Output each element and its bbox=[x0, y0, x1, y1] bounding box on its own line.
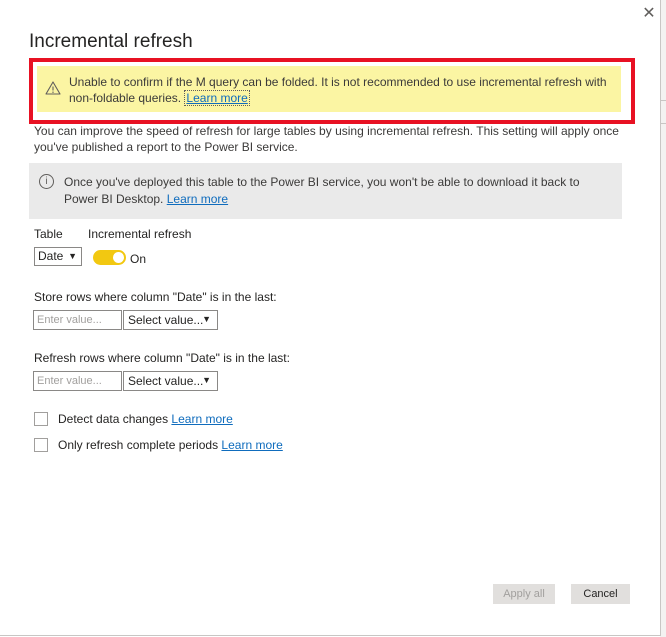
apply-all-button[interactable]: Apply all bbox=[493, 584, 555, 604]
store-period-select-value: Select value... bbox=[128, 313, 204, 327]
detect-changes-label: Detect data changes Learn more bbox=[58, 412, 233, 426]
dialog-title: Incremental refresh bbox=[29, 31, 193, 52]
table-select-value: Date bbox=[38, 249, 64, 263]
store-rows-label: Store rows where column "Date" is in the… bbox=[34, 290, 277, 304]
description-text: You can improve the speed of refresh for… bbox=[34, 124, 619, 154]
detect-changes-checkbox[interactable] bbox=[34, 412, 48, 426]
refresh-rows-label: Refresh rows where column "Date" is in t… bbox=[34, 351, 290, 365]
incremental-refresh-toggle[interactable] bbox=[93, 250, 126, 265]
refresh-period-select-value: Select value... bbox=[128, 374, 204, 388]
info-learn-more-link[interactable]: Learn more bbox=[167, 192, 228, 206]
complete-periods-checkbox[interactable] bbox=[34, 438, 48, 452]
toggle-state-label: On bbox=[130, 252, 147, 266]
complete-periods-text: Only refresh complete periods bbox=[58, 438, 219, 452]
caret-down-icon: ▼ bbox=[68, 251, 77, 261]
caret-down-icon: ▼ bbox=[202, 314, 211, 324]
table-label: Table bbox=[34, 227, 63, 241]
store-value-input[interactable]: Enter value... bbox=[33, 310, 122, 330]
table-select[interactable]: Date ▼ bbox=[34, 247, 82, 266]
cancel-button[interactable]: Cancel bbox=[571, 584, 630, 604]
info-message: Once you've deployed this table to the P… bbox=[64, 174, 614, 208]
refresh-value-input[interactable]: Enter value... bbox=[33, 371, 122, 391]
store-period-select[interactable]: Select value... ▼ bbox=[123, 310, 218, 330]
warning-learn-more-link[interactable]: Learn more bbox=[184, 90, 250, 106]
toggle-knob bbox=[113, 252, 124, 263]
warning-message: Unable to confirm if the M query can be … bbox=[69, 74, 617, 106]
info-icon: i bbox=[39, 174, 54, 189]
warning-icon bbox=[45, 81, 61, 95]
info-banner: i Once you've deployed this table to the… bbox=[29, 163, 622, 219]
warning-highlight-box: Unable to confirm if the M query can be … bbox=[29, 58, 635, 124]
caret-down-icon: ▼ bbox=[202, 375, 211, 385]
complete-learn-more-link[interactable]: Learn more bbox=[221, 438, 282, 452]
info-text: Once you've deployed this table to the P… bbox=[64, 175, 580, 206]
detect-changes-text: Detect data changes bbox=[58, 412, 169, 426]
incremental-refresh-dialog: ✕ Incremental refresh Unable to confirm … bbox=[0, 0, 661, 636]
incremental-refresh-label: Incremental refresh bbox=[88, 227, 192, 241]
close-icon[interactable]: ✕ bbox=[640, 5, 658, 23]
warning-text: Unable to confirm if the M query can be … bbox=[69, 75, 607, 105]
refresh-period-select[interactable]: Select value... ▼ bbox=[123, 371, 218, 391]
detect-learn-more-link[interactable]: Learn more bbox=[171, 412, 232, 426]
warning-banner: Unable to confirm if the M query can be … bbox=[37, 66, 621, 112]
complete-periods-label: Only refresh complete periods Learn more bbox=[58, 438, 283, 452]
